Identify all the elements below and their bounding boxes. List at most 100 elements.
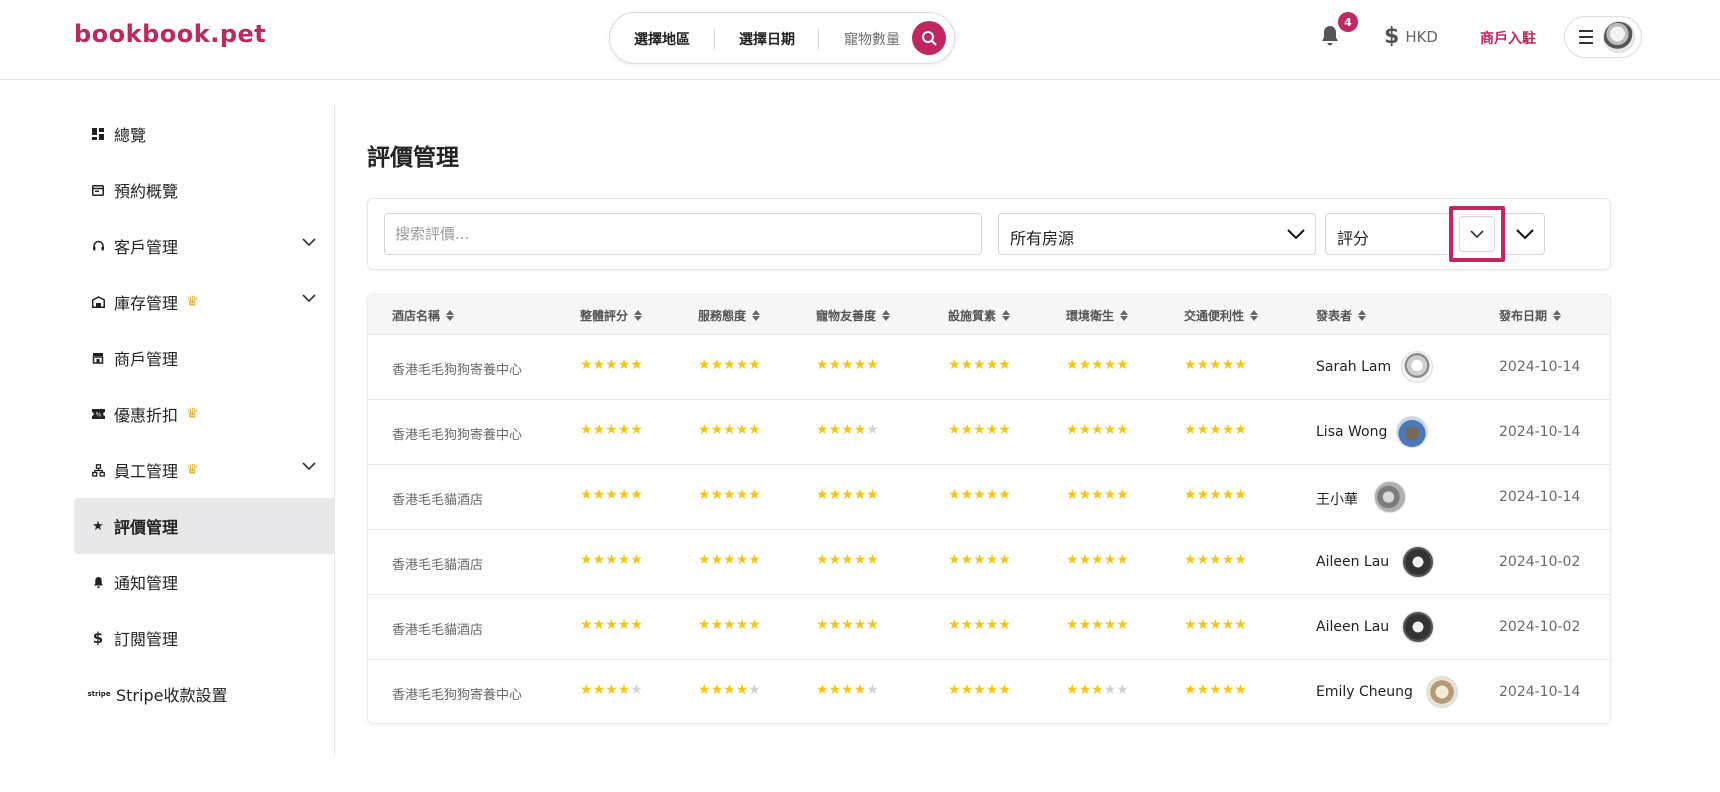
- chevron-down-icon[interactable]: [302, 462, 316, 471]
- star-icon: ★: [592, 487, 606, 503]
- star-icon: ★: [580, 487, 593, 503]
- star-icon: ★: [948, 617, 961, 633]
- star-icon: ★: [1103, 422, 1117, 438]
- sidebar-item-staff[interactable]: 員工管理 ♛: [74, 442, 334, 498]
- region-picker[interactable]: 選擇地區: [634, 29, 690, 49]
- star-icon: ★: [853, 487, 867, 503]
- sidebar-item-notifications[interactable]: 通知管理: [74, 554, 334, 610]
- reviews-table: 酒店名稱 整體評分 服務態度 寵物友善度 設施質素 環境衛生 交通便利性 發表者…: [367, 294, 1611, 724]
- star-icon: ★: [1116, 422, 1129, 438]
- sidebar-item-bookings[interactable]: 預約概覽: [74, 162, 334, 218]
- publish-date: 2024-10-14: [1499, 359, 1581, 375]
- property-select[interactable]: 所有房源: [998, 213, 1316, 255]
- star-icon: ★: [1234, 422, 1247, 438]
- user-menu-button[interactable]: [1564, 16, 1642, 58]
- star-icon: ★: [605, 617, 618, 633]
- table-row[interactable]: 香港毛毛貓酒店 ★ ★ ★ ★ ★ ★ ★ ★ ★ ★ ★ ★ ★ ★ ★ ★ ★ ★ ★ ★ ★ ★ ★ ★ ★ ★ ★ ★ ★ ★ Ail…: [368, 595, 1610, 660]
- rating-select[interactable]: 評分: [1325, 213, 1545, 255]
- star-icon: ★: [617, 682, 631, 698]
- table-row[interactable]: 香港毛毛貓酒店 ★ ★ ★ ★ ★ ★ ★ ★ ★ ★ ★ ★ ★ ★ ★ ★ ★ ★ ★ ★ ★ ★ ★ ★ ★ ★ ★ ★ ★ ★ Ail…: [368, 530, 1610, 595]
- sidebar-item-label: Stripe收款設置: [116, 686, 228, 705]
- star-icon: ★: [1091, 617, 1104, 633]
- table-row[interactable]: 香港毛毛貓酒店 ★ ★ ★ ★ ★ ★ ★ ★ ★ ★ ★ ★ ★ ★ ★ ★ ★ ★ ★ ★ ★ ★ ★ ★ ★ ★ ★ ★ ★ ★ 王小華…: [368, 465, 1610, 530]
- star-icon: ★: [960, 617, 974, 633]
- column-header-label: 服務態度: [698, 309, 747, 323]
- star-icon: ★: [1116, 487, 1129, 503]
- sidebar-divider: [334, 106, 335, 756]
- column-header-date[interactable]: 發布日期: [1499, 307, 1562, 324]
- star-icon: ★: [748, 357, 761, 373]
- star-icon: ★: [1209, 422, 1222, 438]
- star-icon: ★: [1103, 682, 1117, 698]
- sidebar-item-customers[interactable]: 客戶管理: [74, 218, 334, 274]
- star-icon: ★: [853, 552, 867, 568]
- crown-icon: ♛: [186, 462, 199, 478]
- more-filters-button[interactable]: [1449, 206, 1505, 262]
- star-icon: ★: [630, 617, 643, 633]
- star-icon: ★: [1184, 552, 1197, 568]
- sidebar-item-discounts[interactable]: % 優惠折扣 ♛: [74, 386, 334, 442]
- sidebar-item-label: 庫存管理: [114, 294, 179, 313]
- star-icon: ★: [816, 487, 829, 503]
- sort-icon: [1553, 310, 1562, 321]
- star-icon: ★: [948, 552, 961, 568]
- star-icon: ★: [960, 357, 974, 373]
- star-icon: ★: [1221, 422, 1235, 438]
- column-header-transport[interactable]: 交通便利性: [1184, 307, 1259, 324]
- sidebar-item-subscription[interactable]: $ 訂閱管理: [74, 610, 334, 666]
- search-button[interactable]: [912, 21, 946, 55]
- star-icon: ★: [1091, 422, 1104, 438]
- star-icon: ★: [735, 617, 749, 633]
- star-icon: ★: [1196, 682, 1210, 698]
- star-rating: ★ ★ ★ ★ ★: [948, 682, 1011, 698]
- column-header-hotel[interactable]: 酒店名稱: [392, 307, 455, 324]
- currency-selector[interactable]: $ HKD: [1384, 24, 1438, 49]
- date-picker[interactable]: 選擇日期: [739, 29, 795, 49]
- star-rating: ★ ★ ★ ★ ★: [698, 617, 761, 633]
- chevron-down-icon[interactable]: [302, 238, 316, 247]
- sidebar-item-overview[interactable]: 總覽: [74, 106, 334, 162]
- table-row[interactable]: 香港毛毛狗狗寄養中心 ★ ★ ★ ★ ★ ★ ★ ★ ★ ★ ★ ★ ★ ★ ★ ★ ★ ★ ★ ★ ★ ★ ★ ★ ★ ★ ★ ★ ★ ★…: [368, 660, 1610, 723]
- star-rating: ★ ★ ★ ★ ★: [698, 682, 761, 698]
- star-icon: ★: [853, 682, 867, 698]
- column-header-facilities[interactable]: 設施質素: [948, 307, 1011, 324]
- pet-count-picker[interactable]: 寵物數量: [844, 29, 900, 49]
- star-rating: ★ ★ ★ ★ ★: [816, 422, 879, 438]
- column-header-poster[interactable]: 發表者: [1316, 307, 1367, 324]
- column-header-hygiene[interactable]: 環境衛生: [1066, 307, 1129, 324]
- table-row[interactable]: 香港毛毛狗狗寄養中心 ★ ★ ★ ★ ★ ★ ★ ★ ★ ★ ★ ★ ★ ★ ★ ★ ★ ★ ★ ★ ★ ★ ★ ★ ★ ★ ★ ★ ★ ★…: [368, 400, 1610, 465]
- column-header-service[interactable]: 服務態度: [698, 307, 761, 324]
- star-icon: ★: [605, 357, 618, 373]
- star-icon: ★: [592, 617, 606, 633]
- warehouse-icon: [90, 294, 106, 310]
- table-row[interactable]: 香港毛毛狗狗寄養中心 ★ ★ ★ ★ ★ ★ ★ ★ ★ ★ ★ ★ ★ ★ ★ ★ ★ ★ ★ ★ ★ ★ ★ ★ ★ ★ ★ ★ ★ ★…: [368, 335, 1610, 400]
- sidebar-item-stripe[interactable]: stripe Stripe收款設置: [74, 666, 334, 722]
- column-header-overall[interactable]: 整體評分: [580, 307, 643, 324]
- column-header-pet-friendly[interactable]: 寵物友善度: [816, 307, 891, 324]
- star-icon: ★: [735, 487, 749, 503]
- star-icon: ★: [605, 552, 618, 568]
- chevron-down-icon: [1287, 229, 1305, 240]
- sidebar-item-inventory[interactable]: 庫存管理 ♛: [74, 274, 334, 330]
- star-rating: ★ ★ ★ ★ ★: [1184, 357, 1247, 373]
- logo[interactable]: bookbook.pet: [74, 20, 266, 48]
- merchant-signup-link[interactable]: 商戶入駐: [1480, 28, 1536, 48]
- crown-icon: ♛: [186, 294, 199, 310]
- sidebar-item-reviews[interactable]: ★ 評價管理: [74, 498, 334, 554]
- star-rating: ★ ★ ★ ★ ★: [580, 552, 643, 568]
- star-icon: ★: [960, 682, 974, 698]
- star-icon: ★: [948, 357, 961, 373]
- search-bar[interactable]: 選擇地區 選擇日期 寵物數量: [609, 12, 955, 64]
- star-icon: ★: [617, 487, 631, 503]
- chevron-down-icon[interactable]: [302, 294, 316, 303]
- review-search-input[interactable]: [384, 213, 982, 255]
- star-rating: ★ ★ ★ ★ ★: [1184, 682, 1247, 698]
- star-icon: ★: [710, 422, 724, 438]
- star-icon: ★: [816, 617, 829, 633]
- star-icon: ★: [1103, 552, 1117, 568]
- star-icon: ★: [1196, 357, 1210, 373]
- top-header: bookbook.pet 選擇地區 選擇日期 寵物數量 4 $ HKD 商戶入駐: [0, 0, 1720, 80]
- star-icon: ★: [1196, 422, 1210, 438]
- sidebar-item-merchant[interactable]: 商戶管理: [74, 330, 334, 386]
- star-icon: ★: [592, 422, 606, 438]
